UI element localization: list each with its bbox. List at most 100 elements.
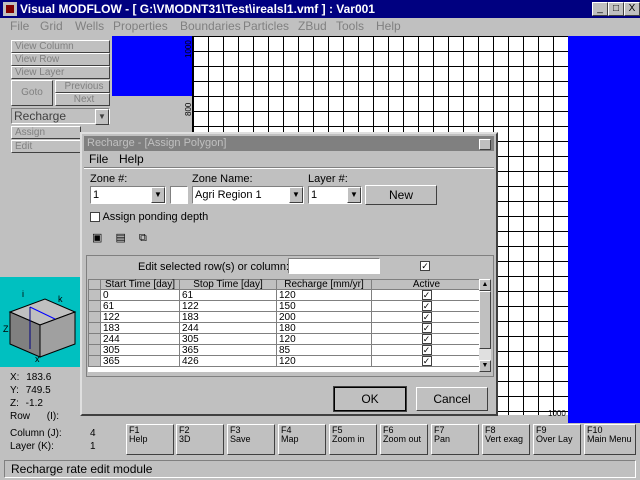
cell[interactable]: 183 <box>100 322 180 334</box>
cell[interactable]: 0 <box>100 289 180 301</box>
cell[interactable]: 244 <box>179 322 277 334</box>
row-selector[interactable] <box>88 289 101 301</box>
cell[interactable]: 120 <box>276 333 372 345</box>
menu-zbud[interactable]: ZBud <box>298 19 327 33</box>
boundary-type-select[interactable]: Recharge ▼ <box>11 108 110 125</box>
active-checkbox[interactable]: ✓ <box>371 333 482 345</box>
cell[interactable]: 365 <box>179 344 277 356</box>
active-checkbox[interactable]: ✓ <box>371 322 482 334</box>
chevron-down-icon[interactable]: ▼ <box>289 187 303 203</box>
row-selector[interactable] <box>88 311 101 323</box>
f8-vert-exag-button[interactable]: F8 Vert exag <box>482 424 530 455</box>
menu-boundaries[interactable]: Boundaries <box>180 19 241 33</box>
active-checkbox[interactable]: ✓ <box>371 355 482 367</box>
orientation-cube[interactable]: i k Z x <box>0 277 80 367</box>
cell[interactable]: 305 <box>179 333 277 345</box>
view-layer-button[interactable]: View Layer <box>11 66 110 79</box>
save-icon[interactable]: ▤ <box>115 232 125 244</box>
row-selector[interactable] <box>88 322 101 334</box>
cell[interactable]: 305 <box>100 344 180 356</box>
f2-3d-button[interactable]: F2 3D <box>176 424 224 455</box>
active-checkbox[interactable]: ✓ <box>371 311 482 323</box>
goto-button[interactable]: Goto <box>11 80 53 106</box>
table-row[interactable]: 365 426 120 ✓ <box>88 355 482 367</box>
table-row[interactable]: 244 305 120 ✓ <box>88 333 482 345</box>
menu-help[interactable]: Help <box>376 19 401 33</box>
cell[interactable]: 180 <box>276 322 372 334</box>
table-row[interactable]: 61 122 150 ✓ <box>88 300 482 312</box>
minimize-button[interactable]: _ <box>592 2 608 16</box>
menu-tools[interactable]: Tools <box>336 19 364 33</box>
table-scrollbar[interactable]: ▲ ▼ <box>479 279 491 372</box>
paste-icon[interactable]: ▣ <box>92 232 102 244</box>
menu-file[interactable]: File <box>10 19 29 33</box>
model-domain-left <box>112 36 192 96</box>
cell[interactable]: 122 <box>179 300 277 312</box>
zone-name-select[interactable]: Agri Region 1 ▼ <box>192 186 304 204</box>
maximize-button[interactable]: □ <box>608 2 624 16</box>
row-selector[interactable] <box>88 344 101 356</box>
active-checkbox[interactable]: ✓ <box>371 300 482 312</box>
dialog-menu-help[interactable]: Help <box>119 152 144 166</box>
scroll-thumb[interactable] <box>479 291 491 349</box>
table-row[interactable]: 0 61 120 ✓ <box>88 289 482 301</box>
chevron-down-icon[interactable]: ▼ <box>347 187 361 203</box>
menu-properties[interactable]: Properties <box>113 19 168 33</box>
copy-icon[interactable]: ⧉ <box>139 232 147 244</box>
active-checkbox[interactable]: ✓ <box>371 289 482 301</box>
cell[interactable]: 183 <box>179 311 277 323</box>
cell[interactable]: 85 <box>276 344 372 356</box>
cell[interactable]: 120 <box>276 289 372 301</box>
scroll-up-icon[interactable]: ▲ <box>479 279 491 291</box>
ponding-checkbox[interactable] <box>90 212 100 223</box>
cell[interactable]: 244 <box>100 333 180 345</box>
table-row[interactable]: 305 365 85 ✓ <box>88 344 482 356</box>
layer-select[interactable]: 1 ▼ <box>308 186 362 204</box>
cell[interactable]: 150 <box>276 300 372 312</box>
chevron-down-icon[interactable]: ▼ <box>151 187 165 203</box>
row-selector[interactable] <box>88 300 101 312</box>
row-selector[interactable] <box>88 355 101 367</box>
edit-button[interactable]: Edit <box>11 140 81 153</box>
previous-button[interactable]: Previous <box>55 80 110 93</box>
view-row-button[interactable]: View Row <box>11 53 110 66</box>
menu-particles[interactable]: Particles <box>243 19 289 33</box>
dialog-menu-file[interactable]: File <box>89 152 108 166</box>
f7-pan-button[interactable]: F7 Pan <box>431 424 479 455</box>
new-zone-button[interactable]: New <box>365 185 437 205</box>
cell[interactable]: 365 <box>100 355 180 367</box>
zone-select[interactable]: 1 ▼ <box>90 186 166 204</box>
f9-overlay-button[interactable]: F9 Over Lay <box>533 424 581 455</box>
cancel-button[interactable]: Cancel <box>416 387 488 411</box>
cell[interactable]: 426 <box>179 355 277 367</box>
scroll-down-icon[interactable]: ▼ <box>479 360 491 372</box>
edit-selected-input[interactable] <box>288 258 380 274</box>
next-button[interactable]: Next <box>55 93 110 106</box>
cell[interactable]: 200 <box>276 311 372 323</box>
edit-active-checkbox[interactable]: ✓ <box>420 260 430 272</box>
dialog-close-button[interactable]: x <box>479 139 491 150</box>
f3-save-button[interactable]: F3 Save <box>227 424 275 455</box>
menu-wells[interactable]: Wells <box>75 19 104 33</box>
f1-help-button[interactable]: F1 Help <box>126 424 174 455</box>
zone-color-swatch[interactable] <box>170 186 188 204</box>
schedule-table: Start Time [day] Stop Time [day] Recharg… <box>88 279 482 367</box>
table-row[interactable]: 183 244 180 ✓ <box>88 322 482 334</box>
cell[interactable]: 61 <box>100 300 180 312</box>
view-column-button[interactable]: View Column <box>11 40 110 53</box>
f6-zoom-out-button[interactable]: F6 Zoom out <box>380 424 428 455</box>
active-checkbox[interactable]: ✓ <box>371 344 482 356</box>
table-row[interactable]: 122 183 200 ✓ <box>88 311 482 323</box>
menu-grid[interactable]: Grid <box>40 19 63 33</box>
chevron-down-icon[interactable]: ▼ <box>95 109 109 125</box>
close-button[interactable]: X <box>624 2 640 16</box>
cell[interactable]: 120 <box>276 355 372 367</box>
assign-button[interactable]: Assign <box>11 126 81 139</box>
cell[interactable]: 61 <box>179 289 277 301</box>
f4-map-button[interactable]: F4 Map <box>278 424 326 455</box>
row-selector[interactable] <box>88 333 101 345</box>
f10-main-menu-button[interactable]: F10 Main Menu <box>584 424 636 455</box>
cell[interactable]: 122 <box>100 311 180 323</box>
f5-zoom-in-button[interactable]: F5 Zoom in <box>329 424 377 455</box>
ok-button[interactable]: OK <box>333 386 407 412</box>
